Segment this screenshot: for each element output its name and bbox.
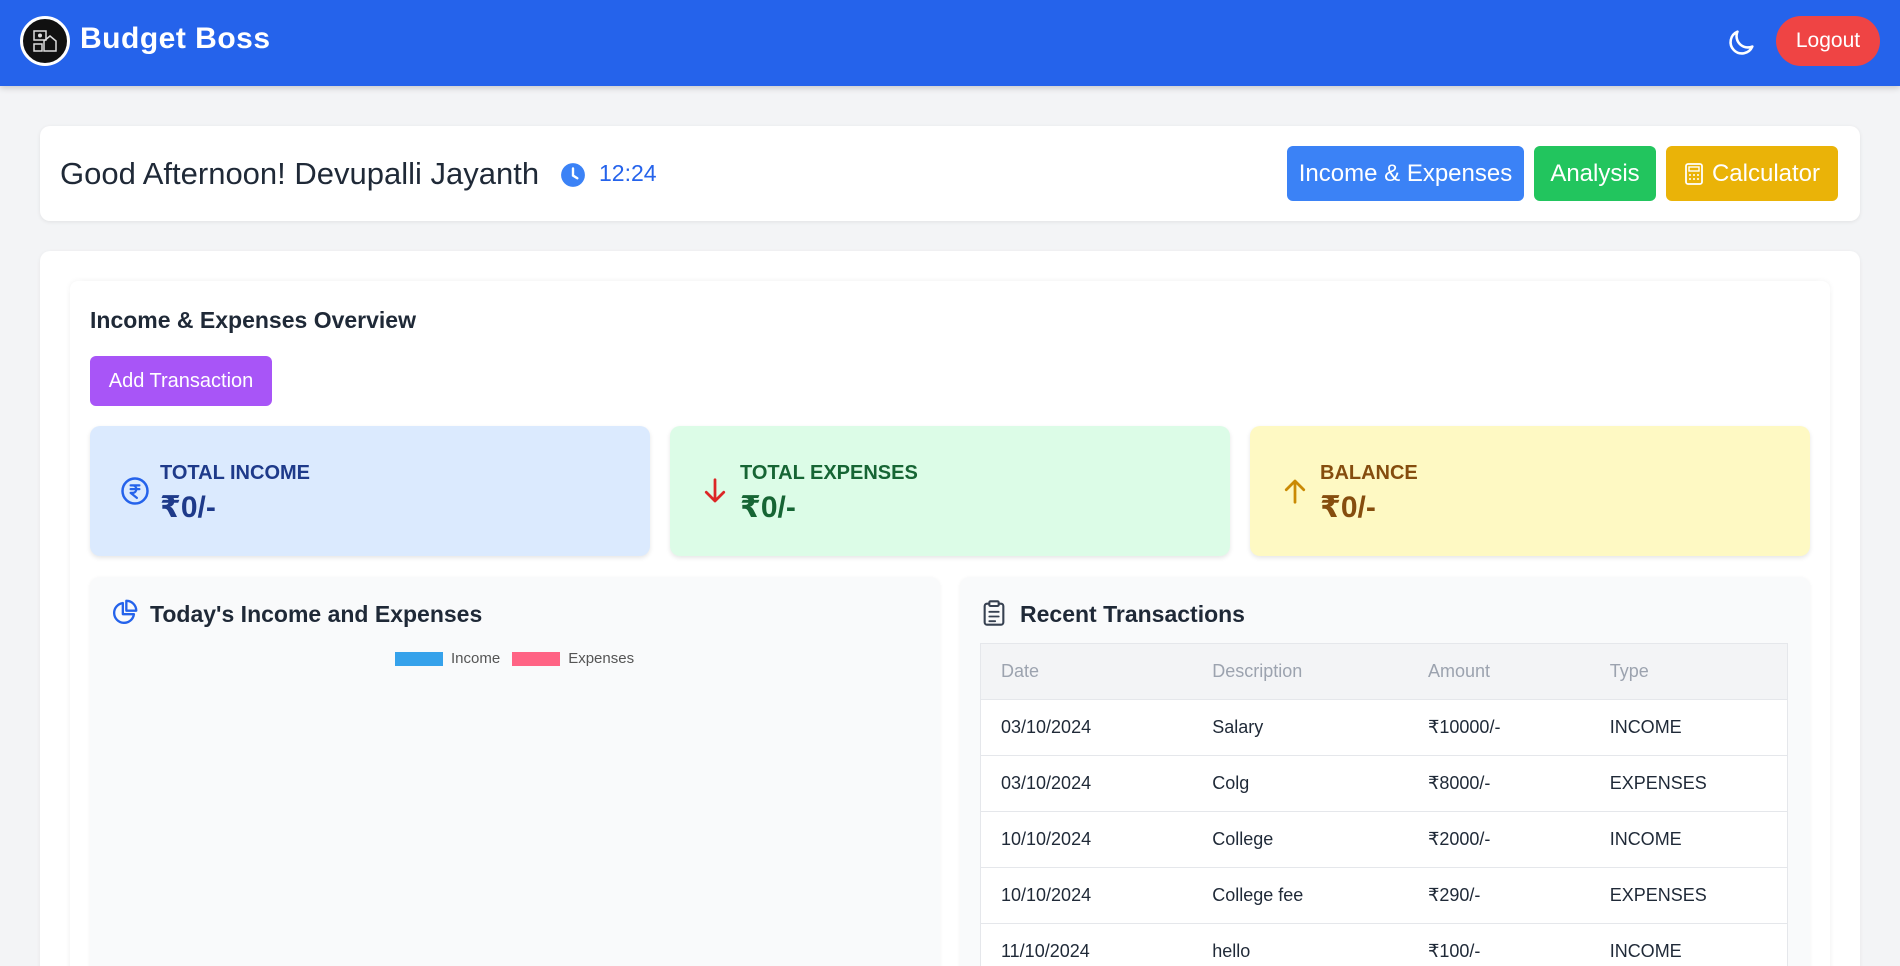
analysis-label: Analysis bbox=[1550, 159, 1640, 187]
balance-label: BALANCE bbox=[1320, 462, 1418, 484]
logout-button[interactable]: Logout bbox=[1776, 16, 1880, 66]
cell-description: College fee bbox=[1192, 867, 1408, 924]
cell-amount: ₹8000/- bbox=[1407, 755, 1590, 812]
greeting-text: Good Afternoon! Devupalli Jayanth bbox=[60, 156, 540, 191]
cell-description: Colg bbox=[1192, 755, 1408, 812]
total-expenses-label: TOTAL EXPENSES bbox=[740, 462, 918, 484]
column-header-description: Description bbox=[1192, 643, 1408, 700]
chart-canvas bbox=[110, 682, 920, 966]
table-header-row: Date Description Amount Type bbox=[980, 643, 1788, 700]
total-income-card: TOTAL INCOME ₹0/- bbox=[90, 426, 650, 556]
balance-value: ₹0/- bbox=[1320, 491, 1376, 524]
chart-legend: Income Expenses bbox=[395, 650, 634, 667]
cell-date: 10/10/2024 bbox=[980, 867, 1193, 924]
cell-amount: ₹290/- bbox=[1407, 867, 1590, 924]
greeting-card: Good Afternoon! Devupalli Jayanth 12:24 … bbox=[40, 126, 1860, 221]
todays-chart-panel: Today's Income and Expenses Income Expen… bbox=[90, 577, 940, 966]
table-row: 10/10/2024 College ₹2000/- INCOME bbox=[980, 811, 1788, 868]
column-header-amount: Amount bbox=[1407, 643, 1590, 700]
legend-swatch-expenses bbox=[512, 651, 561, 666]
total-income-value: ₹0/- bbox=[160, 491, 216, 524]
overview-card: Income & Expenses Overview Add Transacti… bbox=[70, 281, 1830, 966]
arrow-down-icon bbox=[704, 478, 726, 503]
transactions-title: Recent Transactions bbox=[1020, 601, 1245, 627]
cell-description: College bbox=[1192, 811, 1408, 868]
income-expenses-label: Income & Expenses bbox=[1298, 159, 1513, 187]
legend-label-income: Income bbox=[451, 650, 501, 667]
cell-date: 11/10/2024 bbox=[980, 923, 1193, 966]
transactions-table: Date Description Amount Type 03/10/2024 … bbox=[980, 643, 1788, 966]
table-row: 03/10/2024 Colg ₹8000/- EXPENSES bbox=[980, 755, 1788, 812]
overview-title: Income & Expenses Overview bbox=[90, 307, 416, 333]
total-expenses-value: ₹0/- bbox=[740, 491, 796, 524]
analysis-button[interactable]: Analysis bbox=[1534, 146, 1656, 201]
chart-panel-title: Today's Income and Expenses bbox=[150, 601, 483, 627]
cell-type: EXPENSES bbox=[1589, 755, 1788, 812]
add-transaction-button[interactable]: Add Transaction bbox=[90, 356, 272, 406]
cell-date: 10/10/2024 bbox=[980, 811, 1193, 868]
cell-type: EXPENSES bbox=[1589, 867, 1788, 924]
logo-glyph-icon bbox=[33, 30, 57, 52]
balance-card: BALANCE ₹0/- bbox=[1250, 426, 1810, 556]
legend-item-expenses[interactable]: Expenses bbox=[512, 650, 634, 667]
table-row: 10/10/2024 College fee ₹290/- EXPENSES bbox=[980, 867, 1788, 924]
cell-amount: ₹2000/- bbox=[1407, 811, 1590, 868]
arrow-up-icon bbox=[1284, 479, 1306, 504]
top-navbar: Budget Boss Logout bbox=[0, 0, 1900, 86]
cell-type: INCOME bbox=[1589, 923, 1788, 966]
cell-date: 03/10/2024 bbox=[980, 699, 1193, 756]
column-header-type: Type bbox=[1589, 643, 1788, 700]
legend-swatch-income bbox=[395, 651, 443, 666]
table-row: 11/10/2024 hello ₹100/- INCOME bbox=[980, 923, 1788, 966]
table-row: 03/10/2024 Salary ₹10000/- INCOME bbox=[980, 699, 1788, 756]
calculator-button[interactable]: Calculator bbox=[1666, 146, 1838, 201]
pie-chart-icon bbox=[113, 599, 138, 624]
total-expenses-card: TOTAL EXPENSES ₹0/- bbox=[670, 426, 1230, 556]
cell-type: INCOME bbox=[1589, 699, 1788, 756]
moon-icon[interactable] bbox=[1724, 26, 1758, 60]
clock-icon bbox=[561, 163, 585, 187]
current-time: 12:24 bbox=[599, 160, 657, 186]
clipboard-icon bbox=[983, 600, 1005, 626]
cell-type: INCOME bbox=[1589, 811, 1788, 868]
cell-amount: ₹100/- bbox=[1407, 923, 1590, 966]
legend-item-income[interactable]: Income bbox=[395, 650, 500, 667]
cell-amount: ₹10000/- bbox=[1407, 699, 1590, 756]
main-content: Income & Expenses Overview Add Transacti… bbox=[40, 251, 1860, 966]
calculator-label: Calculator bbox=[1711, 159, 1821, 187]
cell-description: hello bbox=[1192, 923, 1408, 966]
total-income-label: TOTAL INCOME bbox=[160, 462, 310, 484]
legend-label-expenses: Expenses bbox=[568, 650, 635, 667]
rupee-icon bbox=[121, 477, 149, 505]
calculator-icon bbox=[1685, 162, 1703, 185]
column-header-date: Date bbox=[980, 643, 1193, 700]
app-title: Budget Boss bbox=[80, 22, 271, 55]
recent-transactions-panel: Recent Transactions Date Description Amo… bbox=[960, 577, 1810, 966]
cell-description: Salary bbox=[1192, 699, 1408, 756]
budget-logo-icon[interactable] bbox=[20, 16, 70, 66]
cell-date: 03/10/2024 bbox=[980, 755, 1193, 812]
income-expenses-button[interactable]: Income & Expenses bbox=[1287, 146, 1524, 201]
